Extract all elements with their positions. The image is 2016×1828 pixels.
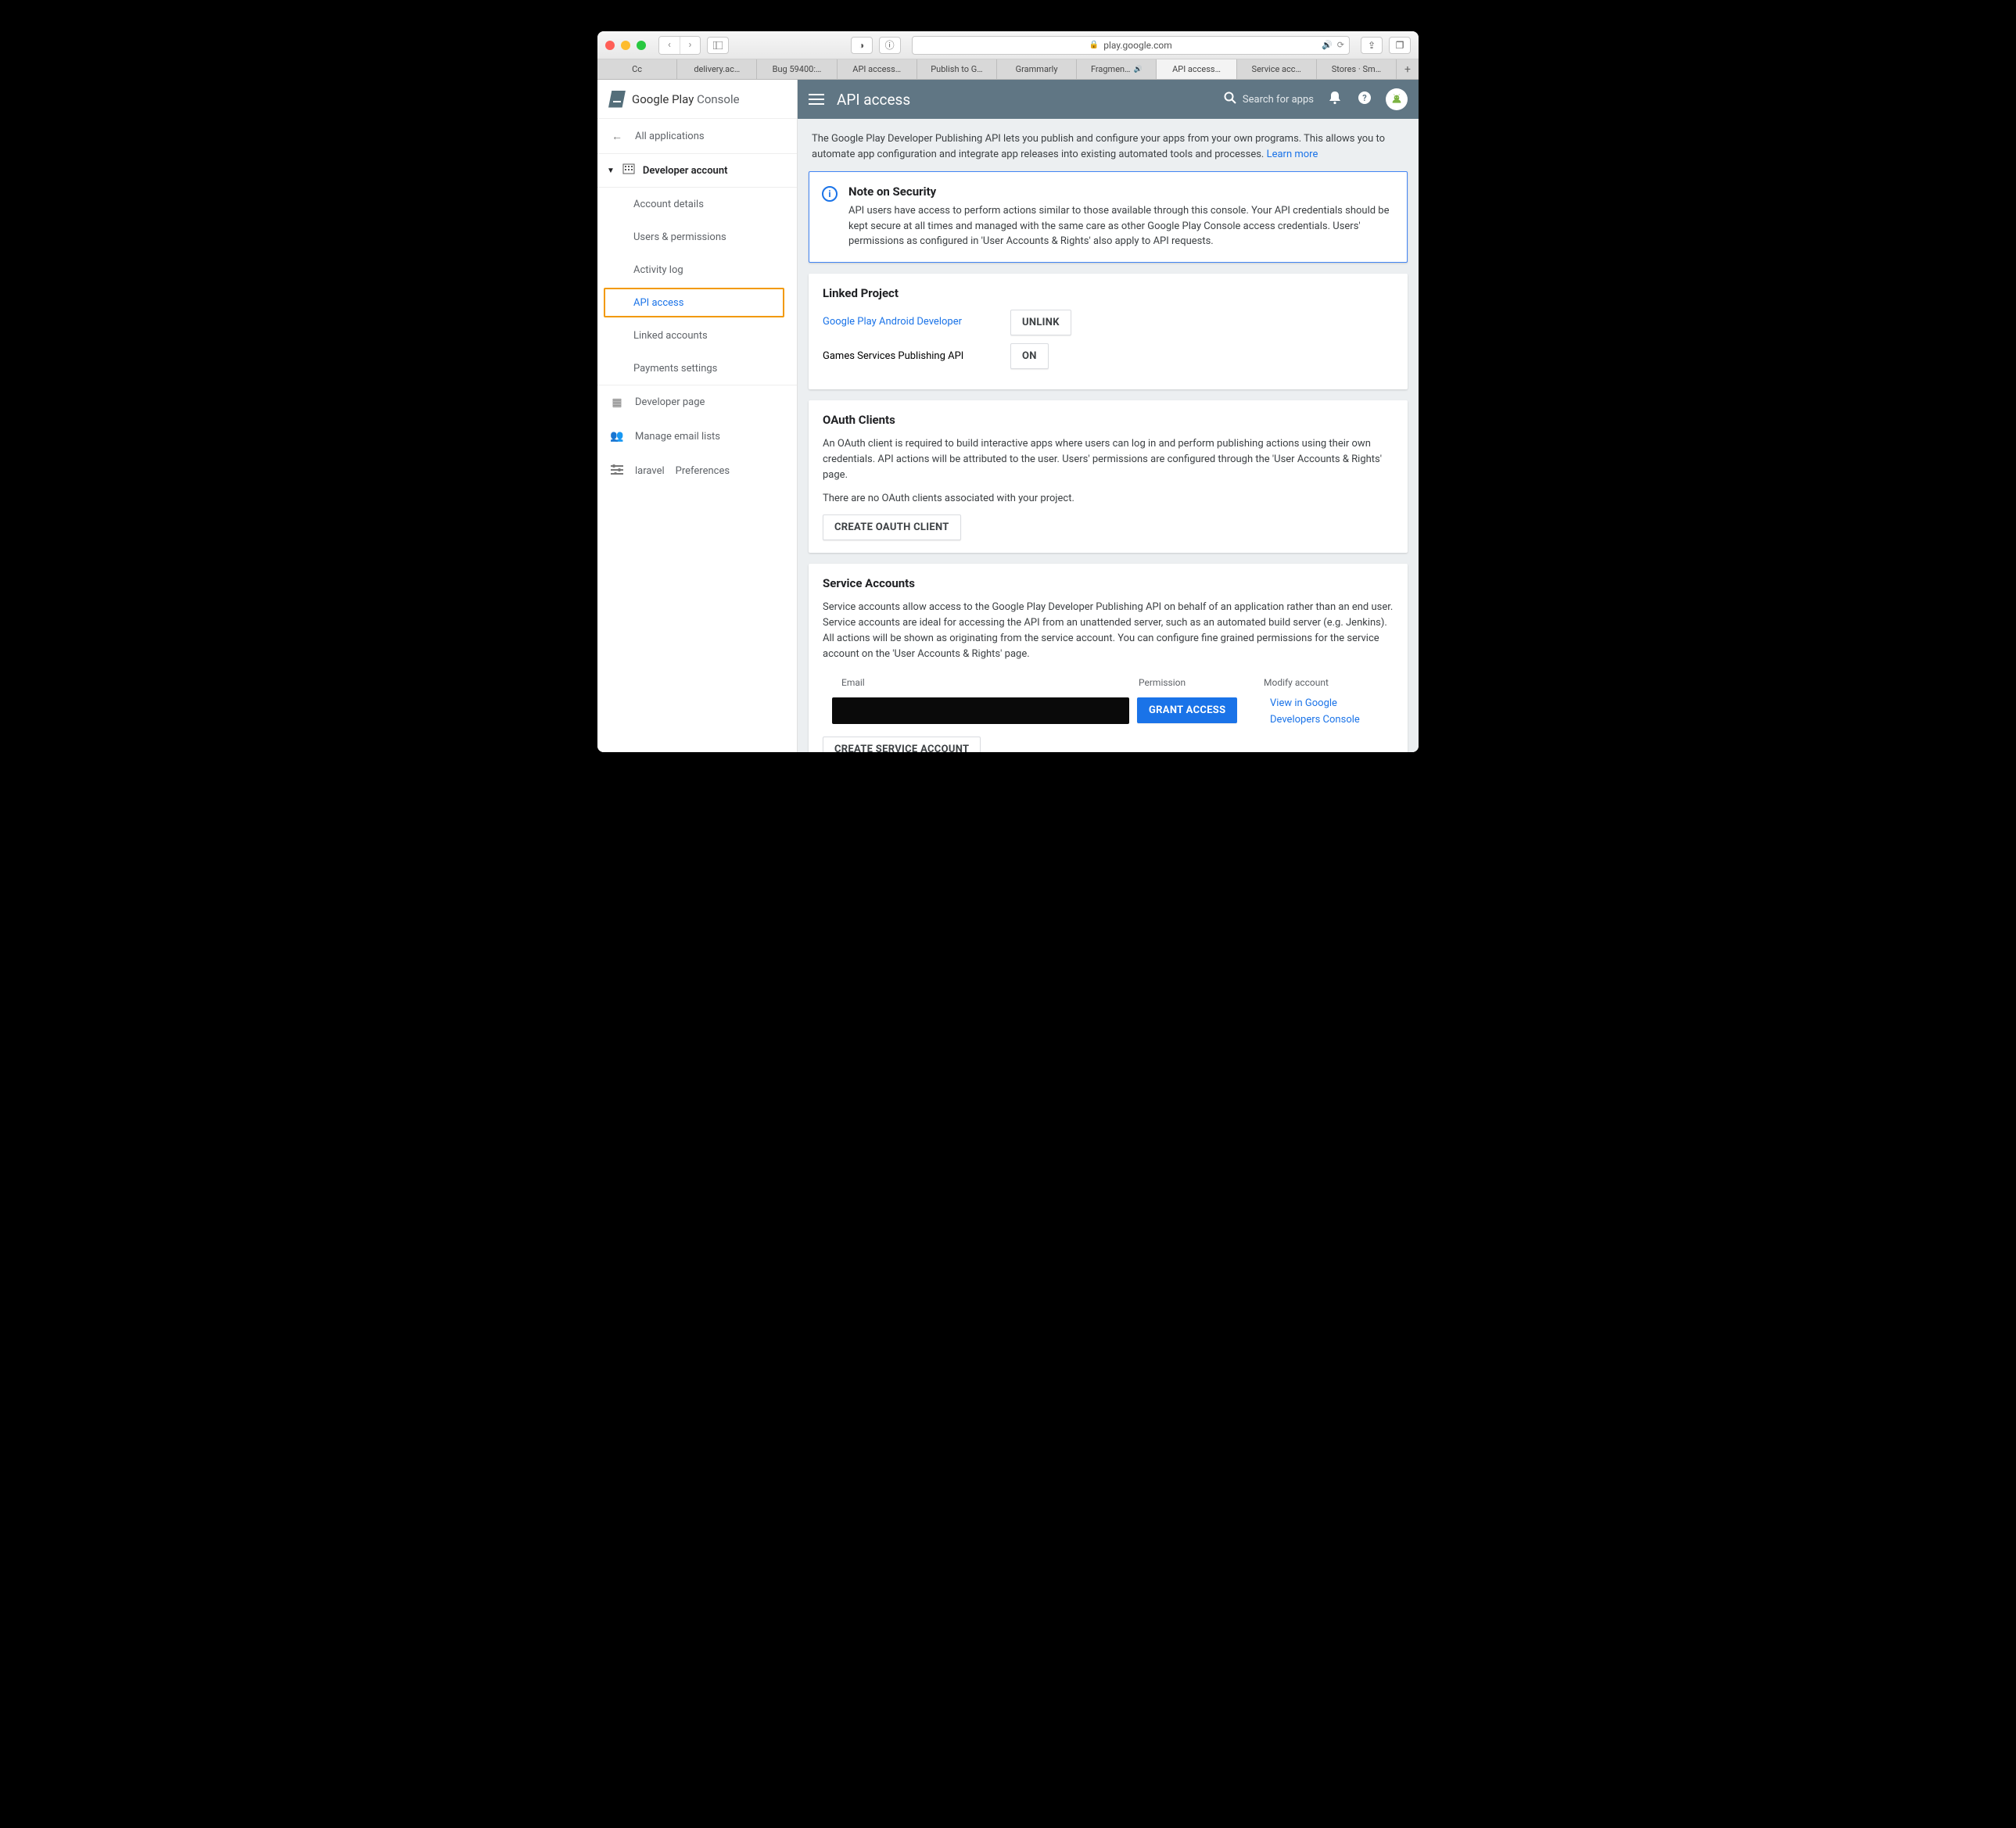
audio-icon[interactable]: 🔊 bbox=[1322, 40, 1333, 50]
avatar[interactable] bbox=[1386, 88, 1408, 110]
linked-project-card: Linked Project Google Play Android Devel… bbox=[809, 274, 1408, 389]
browser-tab[interactable]: Service acc… bbox=[1237, 59, 1317, 79]
sidebar-item-developer-page[interactable]: ▦ Developer page bbox=[597, 385, 797, 419]
sidebar-item-preferences[interactable]: laravel Preferences bbox=[597, 453, 797, 488]
oauth-desc: An OAuth client is required to build int… bbox=[823, 436, 1394, 483]
minimize-window-button[interactable] bbox=[621, 41, 630, 50]
back-button[interactable]: ‹ bbox=[659, 37, 680, 54]
tab-audio-icon: 🔊 bbox=[1133, 66, 1142, 73]
oauth-title: OAuth Clients bbox=[823, 413, 1394, 427]
sidebar-item-activity-log[interactable]: Activity log bbox=[597, 253, 797, 286]
people-icon: 👥 bbox=[610, 430, 624, 443]
create-service-account-button[interactable]: CREATE SERVICE ACCOUNT bbox=[823, 737, 981, 752]
app-topbar: API access Search for apps ? bbox=[798, 80, 1419, 119]
search-placeholder: Search for apps bbox=[1243, 94, 1314, 106]
svc-table-header: Email Permission Modify account bbox=[823, 671, 1394, 694]
search-icon bbox=[1224, 91, 1236, 107]
sidebar-item-api-access[interactable]: API access bbox=[597, 286, 797, 319]
browser-window: ‹ › ◑ ⓘ 🔒 play.google.com 🔊 ⟳ ⇪ ❐ Cc del… bbox=[597, 31, 1419, 752]
games-api-toggle-button[interactable]: ON bbox=[1010, 343, 1049, 369]
help-icon[interactable]: ? bbox=[1356, 91, 1373, 108]
maximize-window-button[interactable] bbox=[637, 41, 646, 50]
page-icon: ▦ bbox=[610, 396, 624, 409]
brand[interactable]: Google Play Console bbox=[597, 80, 797, 119]
bell-icon[interactable] bbox=[1326, 91, 1343, 108]
oauth-clients-card: OAuth Clients An OAuth client is require… bbox=[809, 400, 1408, 554]
sidebar: Google Play Console ← All applications ▼… bbox=[597, 80, 798, 752]
service-accounts-card: Service Accounts Service accounts allow … bbox=[809, 564, 1408, 752]
browser-tab[interactable]: Fragmen…🔊 bbox=[1077, 59, 1157, 79]
learn-more-link[interactable]: Learn more bbox=[1267, 149, 1318, 160]
svc-table-row: GRANT ACCESS View in Google Developers C… bbox=[823, 694, 1394, 737]
sidebar-item-linked-accounts[interactable]: Linked accounts bbox=[597, 319, 797, 352]
nav-back-forward: ‹ › bbox=[658, 36, 701, 55]
privacy-report-icon[interactable]: ◑ bbox=[851, 37, 873, 54]
lock-icon: 🔒 bbox=[1089, 41, 1099, 49]
sidebar-item-all-apps[interactable]: ← All applications bbox=[597, 119, 797, 153]
play-console-logo-icon bbox=[608, 91, 626, 108]
browser-tab[interactable]: Stores · Sm… bbox=[1317, 59, 1397, 79]
sidebar-toggle-icon[interactable] bbox=[707, 37, 729, 54]
forward-button[interactable]: › bbox=[680, 37, 700, 54]
create-oauth-client-button[interactable]: CREATE OAUTH CLIENT bbox=[823, 514, 961, 540]
menu-icon[interactable] bbox=[809, 94, 824, 105]
info-icon: i bbox=[822, 186, 838, 202]
note-title: Note on Security bbox=[848, 185, 1394, 199]
selection-highlight bbox=[604, 288, 784, 317]
games-api-label: Games Services Publishing API bbox=[823, 350, 995, 362]
browser-tab[interactable]: Grammarly bbox=[997, 59, 1077, 79]
share-icon[interactable]: ⇪ bbox=[1361, 37, 1383, 54]
oauth-empty: There are no OAuth clients associated wi… bbox=[823, 491, 1394, 507]
new-tab-button[interactable]: + bbox=[1397, 59, 1419, 79]
window-traffic-lights bbox=[605, 41, 646, 50]
col-modify: Modify account bbox=[1264, 677, 1384, 688]
unlink-button[interactable]: UNLINK bbox=[1010, 310, 1071, 335]
sidebar-group-developer-account[interactable]: ▼ Developer account bbox=[597, 153, 797, 188]
close-window-button[interactable] bbox=[605, 41, 615, 50]
reload-icon[interactable]: ⟳ bbox=[1337, 40, 1344, 50]
sidebar-item-manage-email[interactable]: 👥 Manage email lists bbox=[597, 419, 797, 453]
tabs-overview-icon[interactable]: ❐ bbox=[1389, 37, 1411, 54]
sidebar-item-account-details[interactable]: Account details bbox=[597, 188, 797, 220]
site-info-icon[interactable]: ⓘ bbox=[879, 37, 901, 54]
browser-tab-active[interactable]: API access… bbox=[1157, 59, 1236, 79]
svg-text:?: ? bbox=[1362, 93, 1367, 103]
arrow-left-icon: ← bbox=[610, 130, 624, 143]
browser-tab[interactable]: delivery.ac… bbox=[677, 59, 757, 79]
svc-title: Service Accounts bbox=[823, 576, 1394, 590]
intro-text: The Google Play Developer Publishing API… bbox=[809, 130, 1408, 171]
main-area: API access Search for apps ? bbox=[798, 80, 1419, 752]
browser-tab[interactable]: Bug 59400:… bbox=[757, 59, 837, 79]
browser-tab[interactable]: Cc bbox=[597, 59, 677, 79]
svc-desc: Service accounts allow access to the Goo… bbox=[823, 600, 1394, 663]
note-body: API users have access to perform actions… bbox=[848, 203, 1394, 249]
page-title: API access bbox=[837, 91, 910, 109]
browser-tab[interactable]: Publish to G… bbox=[917, 59, 997, 79]
window-titlebar: ‹ › ◑ ⓘ 🔒 play.google.com 🔊 ⟳ ⇪ ❐ bbox=[597, 31, 1419, 59]
caret-down-icon: ▼ bbox=[607, 167, 615, 175]
col-permission: Permission bbox=[1139, 677, 1264, 688]
search-apps[interactable]: Search for apps bbox=[1224, 91, 1314, 107]
linked-project-title: Linked Project bbox=[823, 286, 1394, 300]
service-account-email-redacted bbox=[832, 697, 1129, 724]
building-icon bbox=[622, 163, 635, 177]
linked-project-link[interactable]: Google Play Android Developer bbox=[823, 315, 995, 329]
url-host: play.google.com bbox=[1103, 40, 1172, 51]
sidebar-item-payments-settings[interactable]: Payments settings bbox=[597, 352, 797, 385]
browser-tab[interactable]: API access… bbox=[838, 59, 917, 79]
grant-access-button[interactable]: GRANT ACCESS bbox=[1137, 697, 1237, 723]
address-bar[interactable]: 🔒 play.google.com 🔊 ⟳ bbox=[912, 36, 1350, 55]
view-in-gdc-link[interactable]: View in Google Developers Console bbox=[1270, 697, 1360, 726]
brand-text: Google Play Console bbox=[632, 92, 740, 106]
security-note-card: i Note on Security API users have access… bbox=[809, 171, 1408, 263]
sidebar-item-users-permissions[interactable]: Users & permissions bbox=[597, 220, 797, 253]
sliders-icon bbox=[610, 464, 624, 478]
browser-tab-strip: Cc delivery.ac… Bug 59400:… API access… … bbox=[597, 59, 1419, 80]
col-email: Email bbox=[841, 677, 1139, 688]
